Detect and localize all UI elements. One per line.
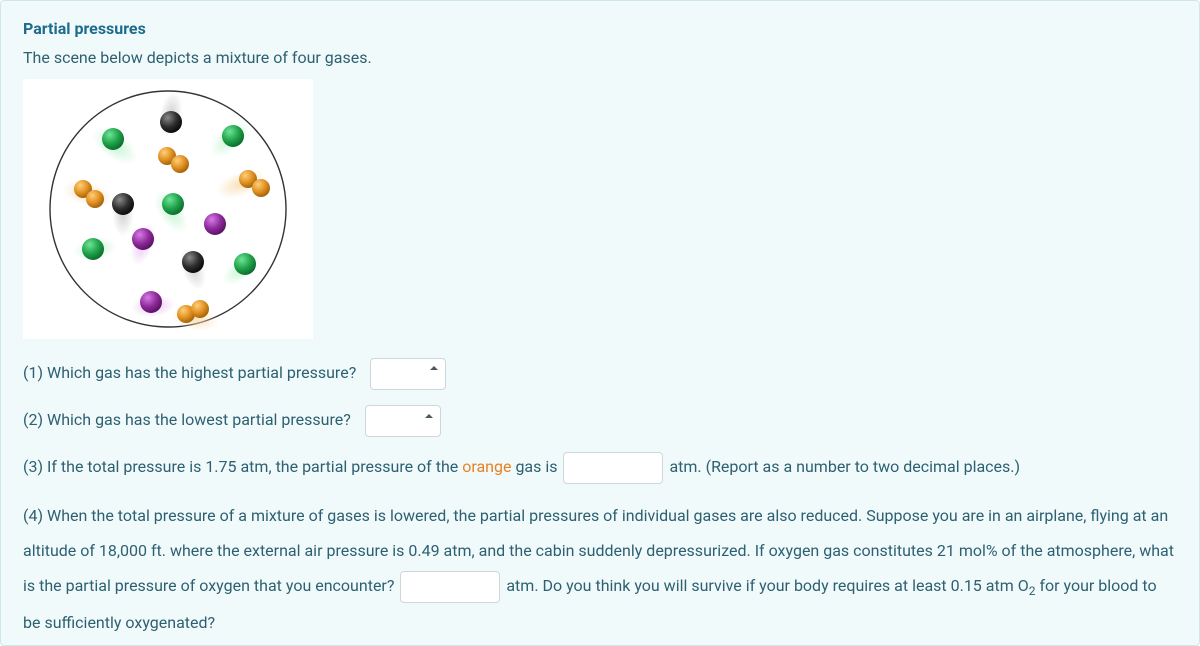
question-1: (1) Which gas has the highest partial pr… — [23, 357, 1177, 390]
q1-select-wrap — [364, 357, 446, 390]
question-4: (4) When the total pressure of a mixture… — [23, 498, 1177, 640]
question-1-text: (1) Which gas has the highest partial pr… — [23, 363, 356, 382]
question-panel: Partial pressures The scene below depict… — [0, 0, 1200, 646]
question-2: (2) Which gas has the lowest partial pre… — [23, 404, 1177, 437]
q2-select-wrap — [359, 405, 441, 438]
q3-orange-word: orange — [462, 457, 511, 476]
question-3: (3) If the total pressure is 1.75 atm, t… — [23, 451, 1177, 484]
gas-scene-container — [23, 79, 313, 339]
intro-text: The scene below depicts a mixture of fou… — [23, 48, 1177, 67]
question-2-text: (2) Which gas has the lowest partial pre… — [23, 410, 351, 429]
q3-mid: gas is — [511, 457, 561, 476]
q4-post-a: atm. Do you think you will survive if yo… — [506, 576, 1028, 595]
q3-post: atm. (Report as a number to two decimal … — [669, 457, 1020, 476]
panel-title: Partial pressures — [23, 19, 1177, 38]
q4-input[interactable] — [400, 571, 500, 603]
q3-pre: (3) If the total pressure is 1.75 atm, t… — [23, 457, 462, 476]
q3-input[interactable] — [563, 452, 663, 484]
q1-select[interactable] — [370, 358, 446, 390]
q2-select[interactable] — [365, 405, 441, 437]
gas-mixture-diagram — [43, 84, 293, 334]
